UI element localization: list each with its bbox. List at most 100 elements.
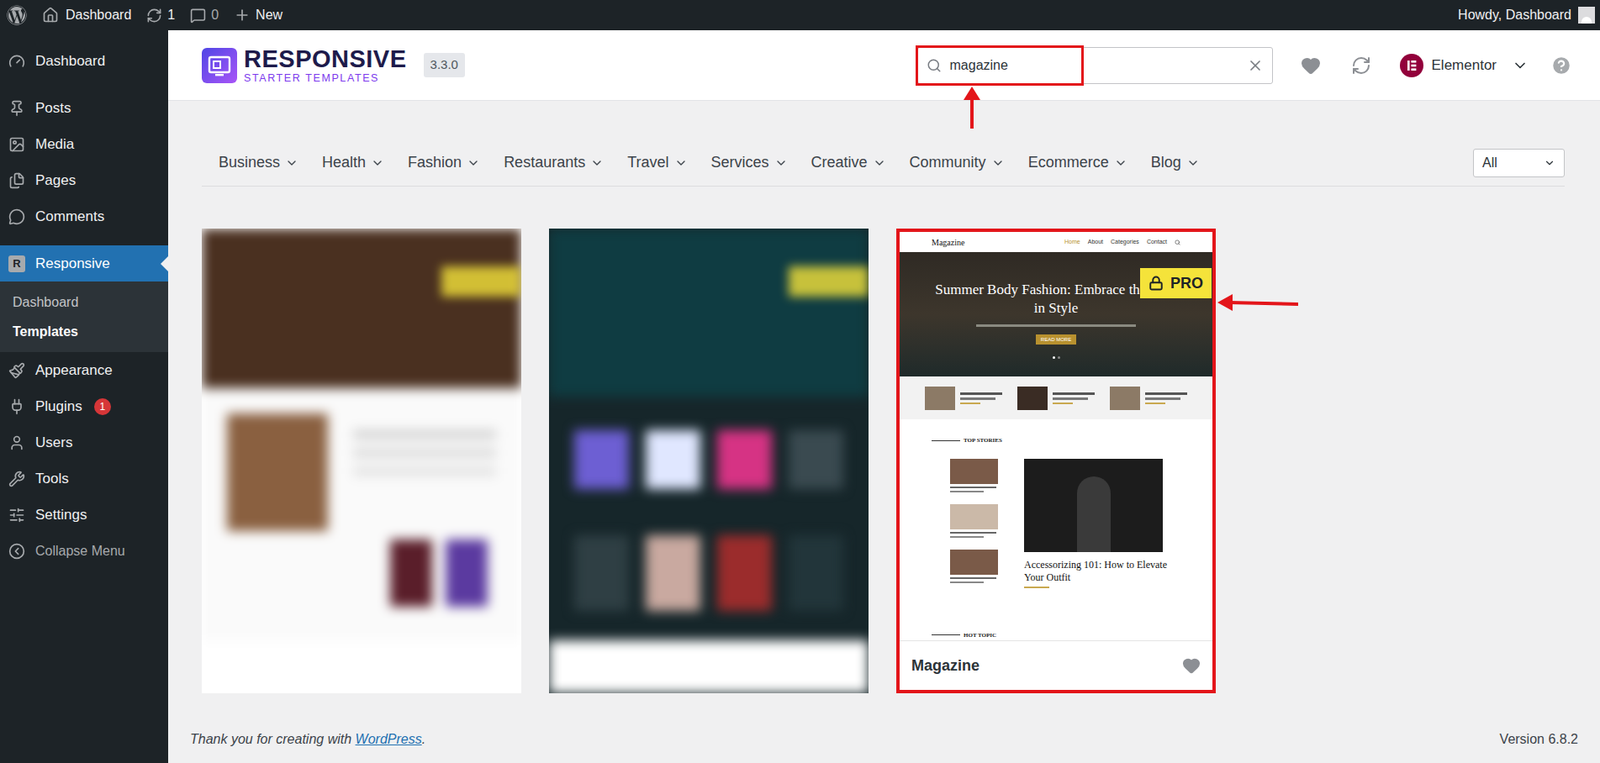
collapse-icon xyxy=(8,543,26,560)
help-icon[interactable] xyxy=(1550,54,1573,77)
preview-nav-item: Home xyxy=(1064,237,1081,248)
sidebar-label: Plugins xyxy=(35,396,83,418)
admin-sidebar: Dashboard Posts Media Pages Comments RRespons… xyxy=(0,30,169,763)
collapse-menu[interactable]: Collapse Menu xyxy=(0,533,169,570)
account-menu[interactable]: Howdy, Dashboard xyxy=(1457,5,1595,26)
sidebar-group: Comments xyxy=(0,198,169,235)
template-card[interactable] xyxy=(201,228,522,694)
avatar-icon xyxy=(1578,6,1595,24)
updates-link[interactable]: 1 xyxy=(146,5,175,26)
search-box[interactable]: magazine xyxy=(917,47,1273,85)
preview-strip xyxy=(899,376,1213,420)
wordpress-icon[interactable] xyxy=(6,5,27,26)
chevron-down-icon xyxy=(1186,156,1200,170)
menu-icon xyxy=(8,470,26,488)
category-dropdown[interactable]: Community xyxy=(909,151,1005,175)
preview-search-icon xyxy=(1174,239,1181,246)
home-icon xyxy=(42,6,59,24)
sidebar-group: Media xyxy=(0,126,169,163)
category-dropdown[interactable]: Creative xyxy=(811,151,887,175)
sidebar-item[interactable]: Users xyxy=(0,424,169,461)
category-dropdown[interactable]: Travel xyxy=(627,151,687,175)
category-dropdown[interactable]: Business xyxy=(218,151,299,175)
preview-section: TOP STORIES xyxy=(899,419,1213,446)
updates-icon xyxy=(146,7,163,24)
chevron-down-icon xyxy=(1543,157,1556,169)
favorite-icon[interactable] xyxy=(1182,656,1201,676)
pro-badge: PRO xyxy=(1140,268,1212,299)
category-dropdown[interactable]: Services xyxy=(711,151,788,175)
logo-title: RESPONSIVE xyxy=(243,47,407,72)
preview-next-section: HOT TOPIC xyxy=(899,631,1213,642)
chevron-down-icon xyxy=(1114,156,1128,170)
search-value: magazine xyxy=(950,55,1239,76)
chevron-down-icon xyxy=(466,156,481,170)
sidebar-label: Pages xyxy=(35,169,76,192)
chevron-down-icon xyxy=(370,156,385,170)
blurred-pro-badge xyxy=(441,266,522,297)
filter-select[interactable]: All xyxy=(1473,148,1565,178)
sidebar-label: Posts xyxy=(35,97,72,120)
sidebar-item[interactable]: RResponsive xyxy=(0,245,169,282)
lock-icon xyxy=(1148,275,1164,291)
comments-link[interactable]: 0 xyxy=(190,5,219,26)
category-dropdown[interactable]: Restaurants xyxy=(503,151,604,175)
menu-icon xyxy=(8,172,26,190)
sidebar-group: RResponsive DashboardTemplates xyxy=(0,245,169,353)
sidebar-group: Tools xyxy=(0,460,169,497)
sidebar-group: Appearance xyxy=(0,352,169,389)
sidebar-group: Pages xyxy=(0,162,169,199)
sidebar-item[interactable]: Comments xyxy=(0,198,169,235)
search-icon xyxy=(926,58,942,74)
wordpress-link[interactable]: WordPress xyxy=(355,732,423,747)
menu-icon xyxy=(8,136,26,154)
category-dropdown[interactable]: Fashion xyxy=(407,151,481,175)
admin-bar: Dashboard 10 New Howdy, Dashboard xyxy=(0,0,1600,31)
chevron-down-icon xyxy=(285,156,299,170)
new-link[interactable]: New xyxy=(233,5,283,26)
sidebar-group: Users xyxy=(0,424,169,461)
sidebar-item[interactable]: Posts xyxy=(0,89,169,127)
template-card[interactable] xyxy=(549,228,869,694)
category-dropdown[interactable]: Ecommerce xyxy=(1028,151,1128,175)
chevron-down-icon xyxy=(590,156,604,170)
sidebar-group: Dashboard xyxy=(0,42,169,80)
card-wrapper: MagazineHomeAboutCategoriesContactSummer… xyxy=(896,228,1216,694)
preview-nav-item: Categories xyxy=(1110,237,1140,248)
submenu-item[interactable]: Templates xyxy=(0,316,169,347)
sync-icon[interactable] xyxy=(1351,55,1372,76)
category-bar: Business Health Fashion Restaurants Travel Se… xyxy=(201,139,1565,187)
plugin-header: RESPONSIVESTARTER TEMPLATES3.3.0magazine… xyxy=(168,30,1600,101)
site-link[interactable]: Dashboard xyxy=(42,5,132,26)
sidebar-group: Settings xyxy=(0,496,169,534)
menu-icon xyxy=(8,52,26,70)
sidebar-item[interactable]: Dashboard xyxy=(0,42,169,80)
search-highlight xyxy=(915,45,1084,86)
blurred-pro-badge xyxy=(788,266,869,297)
category-dropdown[interactable]: Health xyxy=(322,151,385,175)
menu-icon xyxy=(8,506,26,524)
builder-select[interactable]: Elementor xyxy=(1399,53,1529,78)
menu-icon xyxy=(8,100,26,117)
template-card[interactable]: MagazineHomeAboutCategoriesContactSummer… xyxy=(896,228,1216,694)
sidebar-label: Media xyxy=(35,133,74,156)
preview-nav: MagazineHomeAboutCategoriesContact xyxy=(899,232,1213,253)
template-grid: MagazineHomeAboutCategoriesContactSummer… xyxy=(201,228,1565,694)
sidebar-item[interactable]: Plugins1 xyxy=(0,388,169,425)
sidebar-item[interactable]: Media xyxy=(0,126,169,163)
preview-nav-item: Contact xyxy=(1146,237,1167,248)
clear-icon[interactable] xyxy=(1246,57,1264,74)
chevron-down-icon xyxy=(674,156,688,170)
sidebar-item[interactable]: Pages xyxy=(0,162,169,199)
sidebar-item[interactable]: Appearance xyxy=(0,352,169,389)
submenu-item[interactable]: Dashboard xyxy=(0,287,169,317)
sidebar-item[interactable]: Tools xyxy=(0,460,169,497)
sidebar-item[interactable]: Settings xyxy=(0,496,169,534)
favorites-icon[interactable] xyxy=(1300,55,1321,76)
sidebar-group: Plugins1 xyxy=(0,388,169,425)
arrow-up-icon xyxy=(961,86,983,129)
category-dropdown[interactable]: Blog xyxy=(1151,151,1200,175)
menu-icon xyxy=(8,434,26,452)
sidebar-label: Comments xyxy=(35,205,105,228)
preview-nav-item: About xyxy=(1087,237,1104,248)
